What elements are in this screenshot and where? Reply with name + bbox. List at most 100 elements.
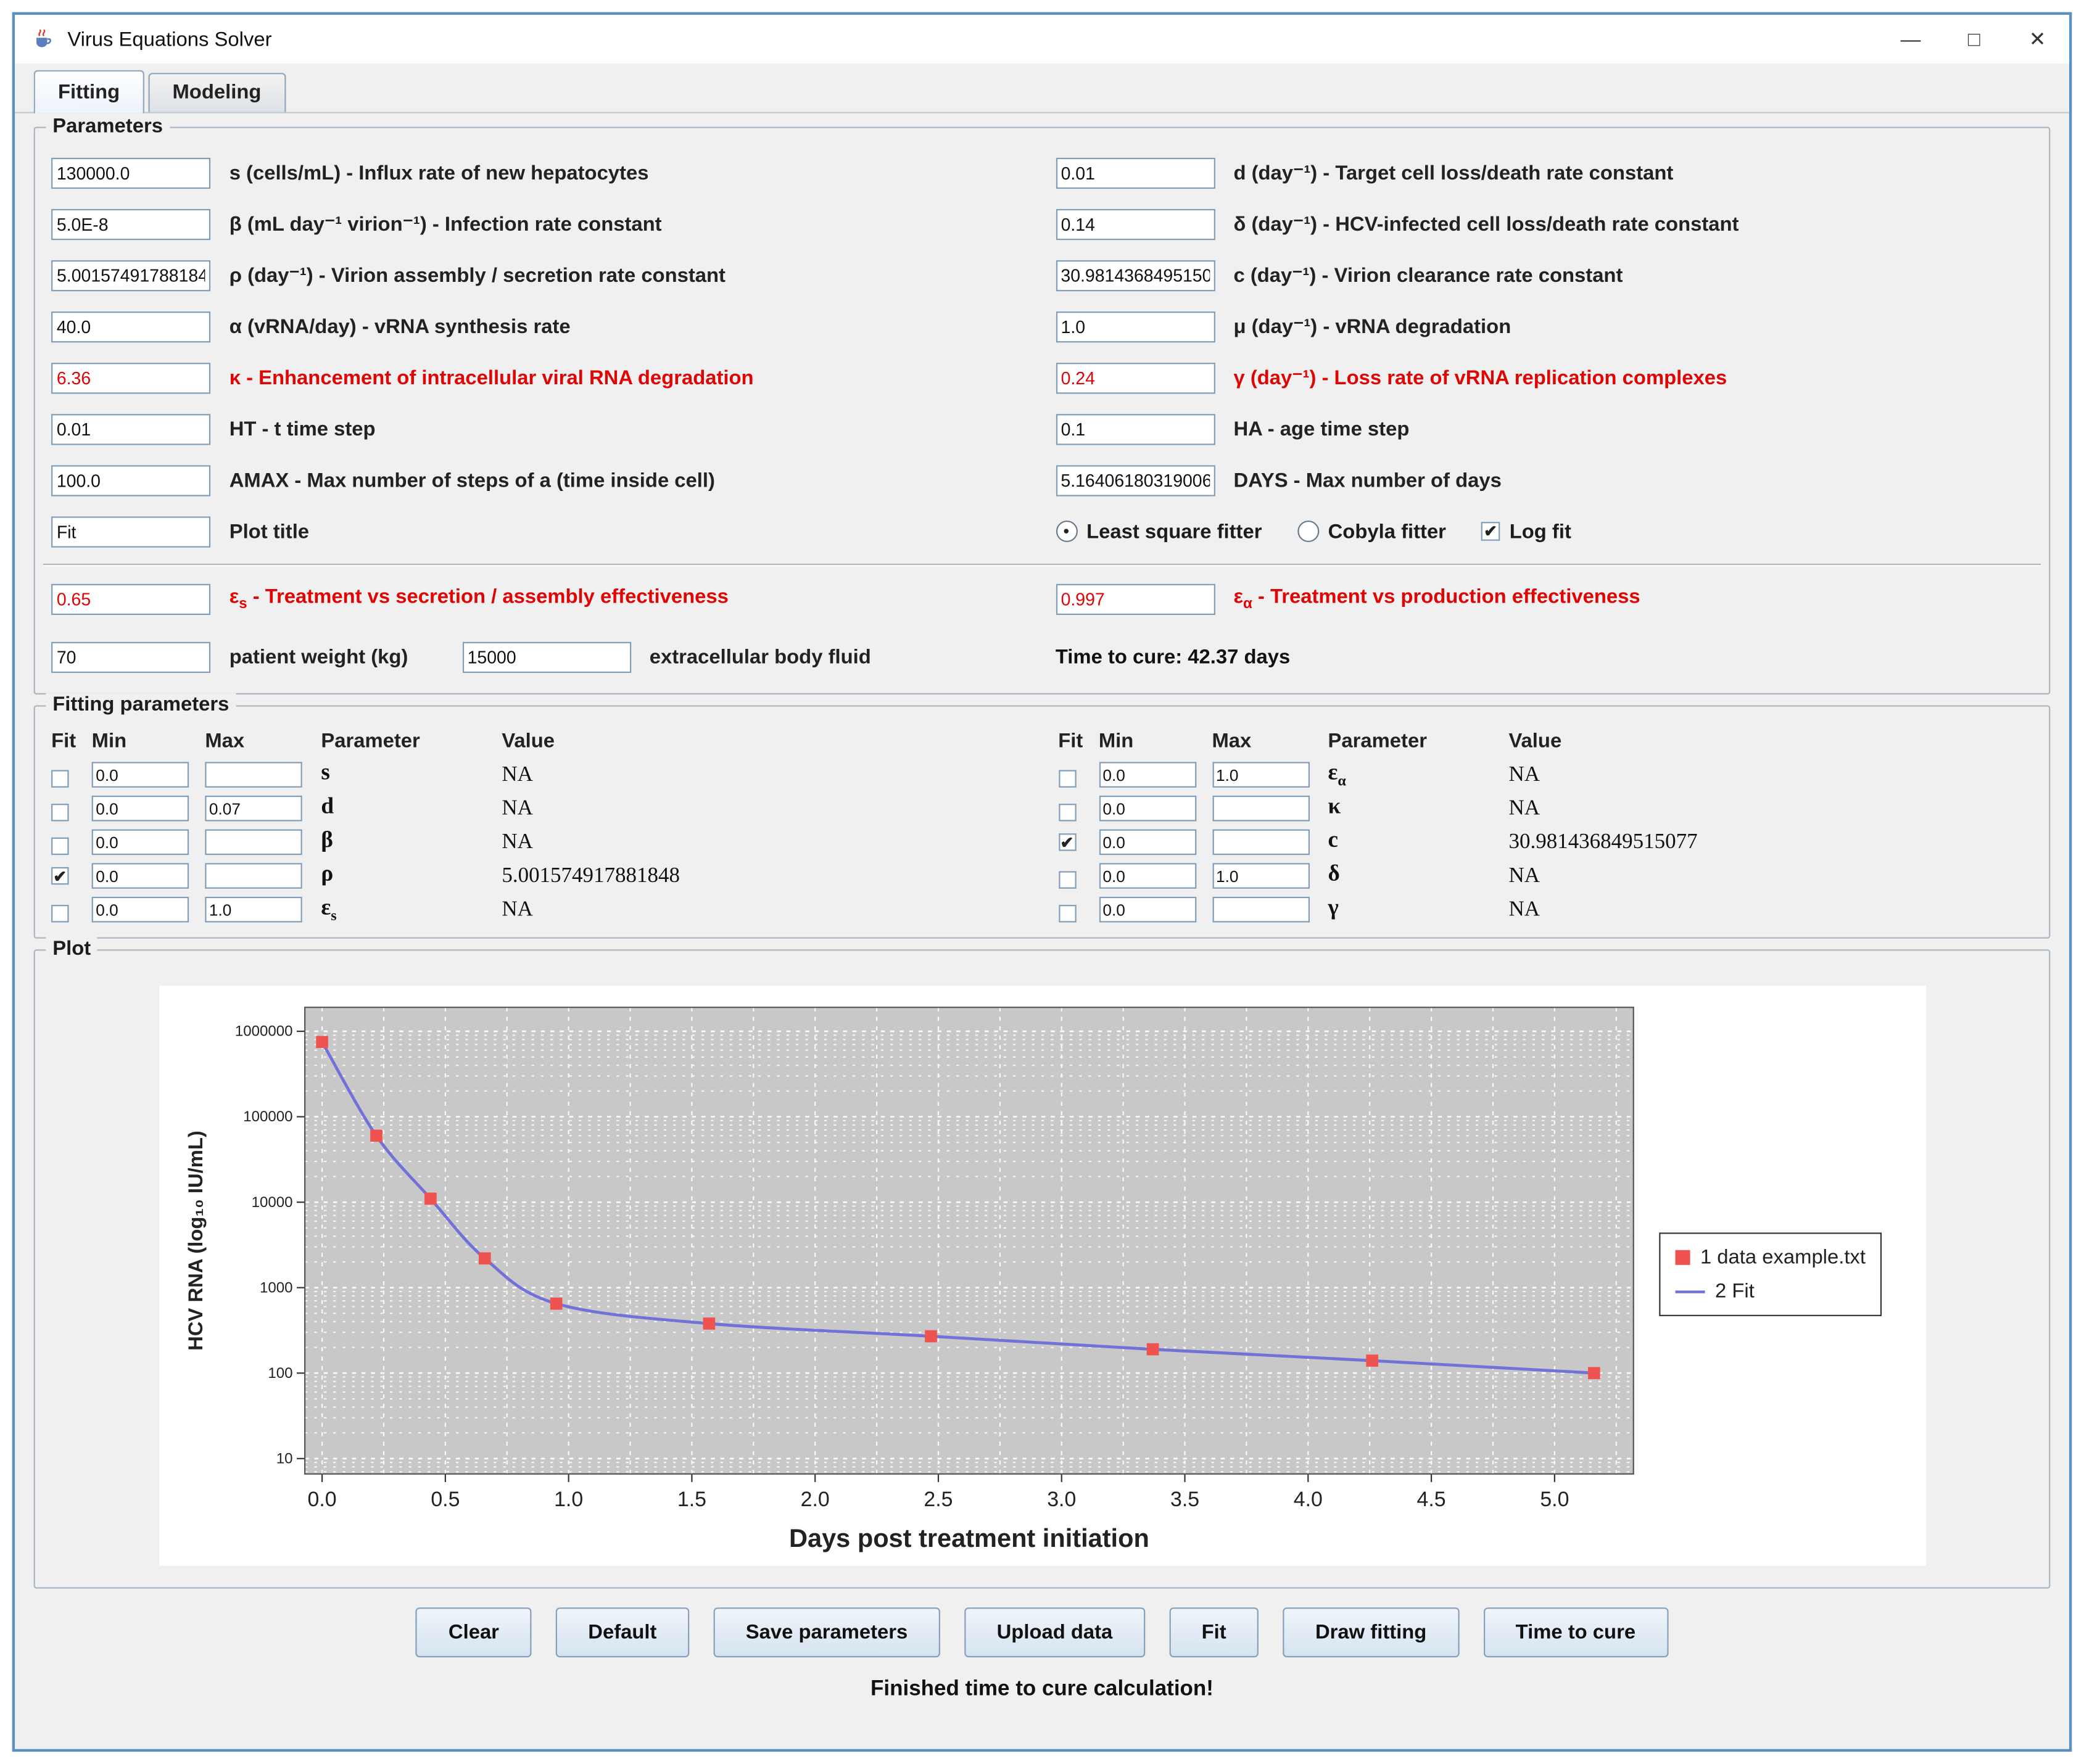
input-eps-s[interactable] <box>51 583 210 614</box>
param-name: ρ <box>321 861 502 891</box>
input-d[interactable] <box>1056 157 1215 188</box>
svg-text:10: 10 <box>276 1450 292 1467</box>
input-alpha[interactable] <box>51 311 210 342</box>
tab-modeling[interactable]: Modeling <box>148 73 286 112</box>
min-input[interactable] <box>1099 897 1196 923</box>
max-input[interactable] <box>1212 863 1309 889</box>
save-parameters-button[interactable]: Save parameters <box>713 1607 940 1657</box>
parameters-section: Parameters s (cells/mL) - Influx rate of… <box>34 127 2051 694</box>
input-ht[interactable] <box>51 413 210 444</box>
svg-text:3.0: 3.0 <box>1046 1488 1075 1511</box>
svg-text:0.0: 0.0 <box>307 1488 336 1511</box>
input-rho[interactable] <box>51 260 210 291</box>
min-input[interactable] <box>92 762 189 788</box>
input-c[interactable] <box>1056 260 1215 291</box>
parameters-right-column: d (day⁻¹) - Target cell loss/death rate … <box>1044 147 2049 557</box>
fit-checkbox[interactable] <box>51 804 68 822</box>
fit-checkbox[interactable] <box>51 770 68 788</box>
app-window: Virus Equations Solver — □ ✕ Fitting Mod… <box>12 12 2072 1752</box>
min-input[interactable] <box>92 897 189 923</box>
input-eps-alpha[interactable] <box>1056 583 1215 614</box>
input-s[interactable] <box>51 157 210 188</box>
param-name: δ <box>1328 861 1509 891</box>
min-input[interactable] <box>92 830 189 855</box>
legend-swatch-series-0 <box>1674 1250 1689 1265</box>
draw-fitting-button[interactable]: Draw fitting <box>1283 1607 1459 1657</box>
param-row-rho: ρ (day⁻¹) - Virion assembly / secretion … <box>51 249 1044 300</box>
fitting-row-delta: δ NA <box>1058 859 2049 893</box>
fit-checkbox[interactable] <box>51 838 68 855</box>
input-delta[interactable] <box>1056 208 1215 239</box>
input-gamma[interactable] <box>1056 362 1215 393</box>
radio-circle <box>1297 521 1318 542</box>
param-value: 5.001574917881848 <box>502 863 1042 888</box>
label-ha: HA - age time step <box>1233 418 1409 440</box>
max-input[interactable] <box>205 796 302 822</box>
param-value: NA <box>502 830 1042 854</box>
param-name: κ <box>1328 793 1509 823</box>
max-input[interactable] <box>1212 897 1309 923</box>
param-value: NA <box>502 796 1042 820</box>
parameters-grid: s (cells/mL) - Influx rate of new hepato… <box>35 147 2049 557</box>
minimize-icon[interactable]: — <box>1879 15 1943 64</box>
maximize-icon[interactable]: □ <box>1942 15 2006 64</box>
input-mu[interactable] <box>1056 311 1215 342</box>
log-fit-label: Log fit <box>1510 520 1571 543</box>
min-input[interactable] <box>92 863 189 889</box>
time-to-cure-button[interactable]: Time to cure <box>1483 1607 1668 1657</box>
min-input[interactable] <box>1099 762 1196 788</box>
param-row-amax: AMAX - Max number of steps of a (time in… <box>51 455 1044 506</box>
min-input[interactable] <box>92 796 189 822</box>
max-input[interactable] <box>1212 762 1309 788</box>
max-input[interactable] <box>1212 796 1309 822</box>
param-name: εs <box>321 894 502 925</box>
param-row-plot-title: Plot title <box>51 506 1044 557</box>
input-beta[interactable] <box>51 208 210 239</box>
cobyla-radio[interactable]: Cobyla fitter <box>1297 520 1446 543</box>
legend-item-fit: 2 Fit <box>1674 1280 1866 1303</box>
fit-checkbox[interactable] <box>51 905 68 923</box>
input-fluid[interactable] <box>462 641 631 672</box>
clear-button[interactable]: Clear <box>416 1607 531 1657</box>
header-max: Max <box>205 729 321 752</box>
fit-checkbox[interactable]: ✔ <box>1058 833 1075 851</box>
fit-checkbox[interactable]: ✔ <box>51 867 68 884</box>
input-weight[interactable] <box>51 641 210 672</box>
least-square-radio[interactable]: ● Least square fitter <box>1056 520 1262 543</box>
label-mu: μ (day⁻¹) - vRNA degradation <box>1233 314 1511 338</box>
fit-checkbox[interactable] <box>1058 872 1075 889</box>
weight-row: patient weight (kg) extracellular body f… <box>35 629 2049 685</box>
input-days[interactable] <box>1056 464 1215 495</box>
input-plot-title[interactable] <box>51 516 210 546</box>
close-icon[interactable]: ✕ <box>2006 15 2069 64</box>
max-input[interactable] <box>205 897 302 923</box>
upload-data-button[interactable]: Upload data <box>964 1607 1145 1657</box>
fitting-grid: Fit Min Max Parameter Value s NA <box>35 723 2049 926</box>
effectiveness-row: εs - Treatment vs secretion / assembly e… <box>35 569 2049 629</box>
param-name: d <box>321 793 502 823</box>
max-input[interactable] <box>1212 830 1309 855</box>
fit-checkbox[interactable] <box>1058 804 1075 822</box>
fit-button[interactable]: Fit <box>1169 1607 1259 1657</box>
fit-checkbox[interactable] <box>1058 770 1075 788</box>
fit-checkbox[interactable] <box>1058 905 1075 923</box>
header-min: Min <box>1099 729 1212 752</box>
min-input[interactable] <box>1099 830 1196 855</box>
param-row-delta: δ (day⁻¹) - HCV-infected cell loss/death… <box>1056 198 2049 249</box>
max-input[interactable] <box>205 830 302 855</box>
window-title: Virus Equations Solver <box>67 28 271 51</box>
min-input[interactable] <box>1099 863 1196 889</box>
tab-fitting[interactable]: Fitting <box>34 70 144 113</box>
fitting-row-s: s NA <box>51 758 1042 792</box>
log-fit-checkbox[interactable]: ✔ Log fit <box>1481 520 1571 543</box>
max-input[interactable] <box>205 762 302 788</box>
input-ha[interactable] <box>1056 413 1215 444</box>
input-amax[interactable] <box>51 464 210 495</box>
max-input[interactable] <box>205 863 302 889</box>
eps-s-group: εs - Treatment vs secretion / assembly e… <box>35 583 1045 614</box>
input-kappa[interactable] <box>51 362 210 393</box>
svg-text:4.0: 4.0 <box>1293 1488 1322 1511</box>
min-input[interactable] <box>1099 796 1196 822</box>
fitting-right-header: Fit Min Max Parameter Value <box>1058 723 2049 758</box>
default-button[interactable]: Default <box>556 1607 689 1657</box>
